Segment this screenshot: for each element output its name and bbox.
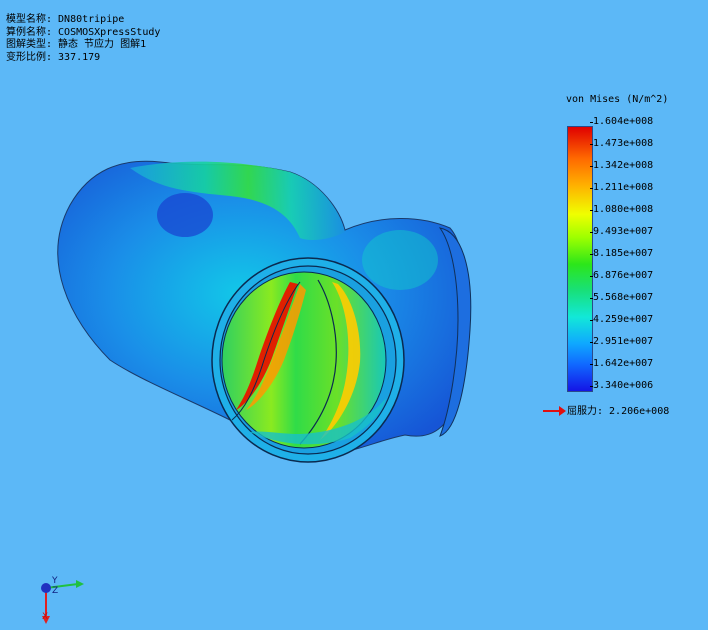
- legend-tick: 8.185e+007: [589, 248, 654, 259]
- mid-stress-patch: [362, 230, 438, 290]
- yield-strength-marker: 屈服力: 2.206e+008: [543, 402, 669, 417]
- legend-tick: 1.604e+008: [589, 116, 654, 127]
- triad-x-label: X: [42, 612, 49, 622]
- triad-y-label: Y: [52, 576, 58, 586]
- coordinate-triad[interactable]: Y Z X: [34, 572, 94, 626]
- triad-z-label: Z: [52, 586, 59, 596]
- red-arrow-icon: [543, 406, 567, 416]
- legend-tick: 1.642e+007: [589, 358, 654, 369]
- legend-tick: 3.340e+006: [589, 380, 654, 391]
- legend-tick: 1.080e+008: [589, 204, 654, 215]
- legend-tick: 4.259e+007: [589, 314, 654, 325]
- legend-tick: 6.876e+007: [589, 270, 654, 281]
- legend-tick: 5.568e+007: [589, 292, 654, 303]
- legend-title: von Mises (N/m^2): [566, 94, 669, 105]
- legend-tick: 9.493e+007: [589, 226, 654, 237]
- legend-tick: 1.342e+008: [589, 160, 654, 171]
- low-stress-patch: [157, 193, 213, 237]
- legend-tick: 1.211e+008: [589, 182, 654, 193]
- yield-strength-label: 屈服力: 2.206e+008: [567, 406, 670, 417]
- legend-tick: 2.951e+007: [589, 336, 654, 347]
- legend-tick: 1.473e+008: [589, 138, 654, 149]
